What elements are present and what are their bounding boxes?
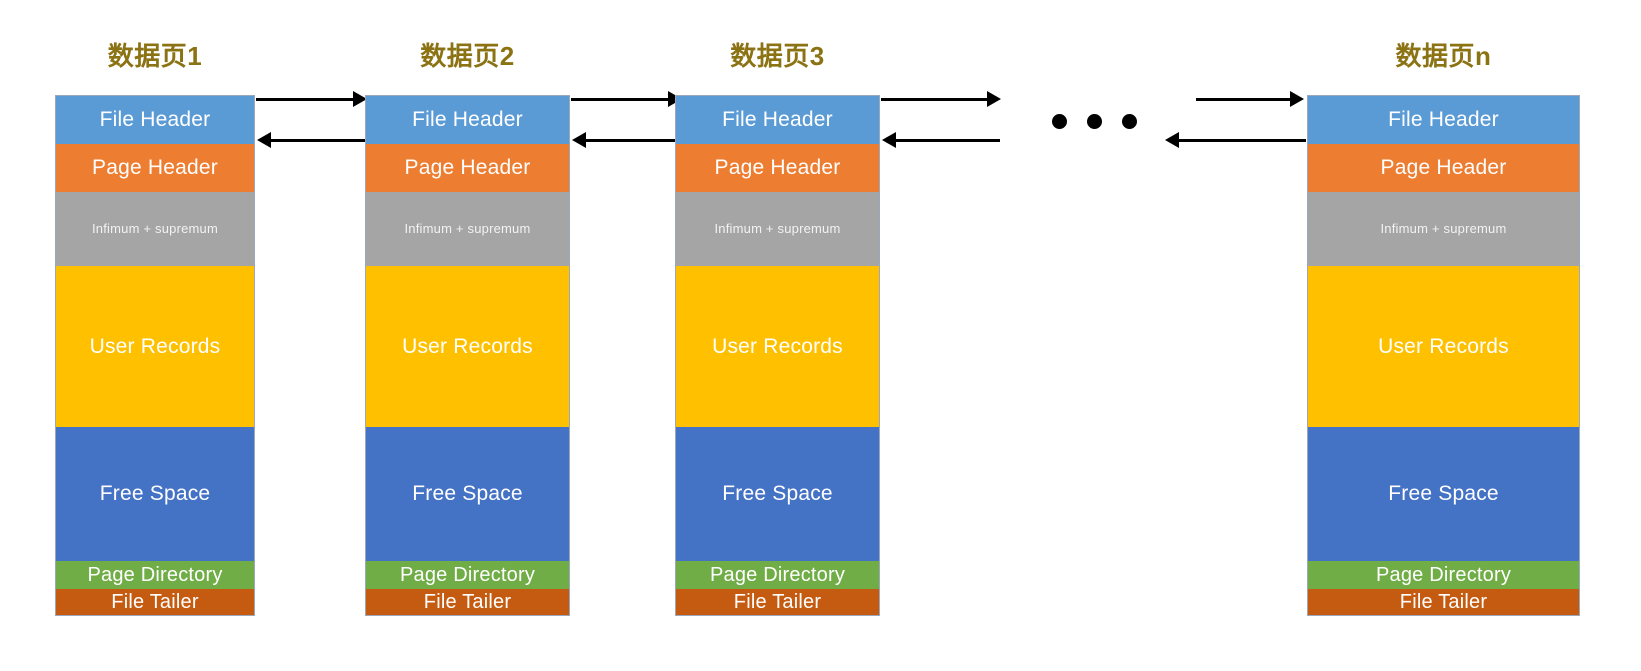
page-2-page-header-label: Page Header	[404, 156, 531, 180]
page-n-page-directory-label: Page Directory	[1375, 564, 1512, 586]
page-3-page-directory-label: Page Directory	[709, 564, 846, 586]
page-2-infimum-label: Infimum + supremum	[404, 220, 531, 236]
data-page-n: File Header Page Header Infimum + suprem…	[1307, 95, 1580, 616]
page-1-user-records-label: User Records	[89, 334, 221, 358]
page-3-user-records-label: User Records	[712, 334, 843, 358]
page-n-user-records-label: User Records	[1378, 334, 1509, 358]
arrow-prev-line-1	[270, 139, 365, 142]
data-page-1: File Header Page Header Infimum + suprem…	[55, 95, 255, 616]
page-2-section-user-records: User Records	[366, 266, 569, 427]
page-n-page-header-label: Page Header	[1380, 156, 1507, 180]
page-2-user-records-label: User Records	[402, 334, 533, 358]
page-title-n: 数据页n	[1395, 41, 1492, 71]
page-n-section-infimum-supremum: Infimum + supremum	[1308, 192, 1579, 266]
arrow-prev-head-1	[257, 132, 271, 148]
arrow-prev-line-2	[585, 139, 680, 142]
page-n-file-tailer-label: File Tailer	[1399, 591, 1488, 613]
page-n-section-file-tailer: File Tailer	[1308, 589, 1579, 615]
page-n-infimum-label: Infimum + supremum	[1380, 220, 1507, 236]
page-n-section-free-space: Free Space	[1308, 427, 1579, 561]
page-1-section-page-directory: Page Directory	[56, 561, 254, 589]
page-3-free-space-label: Free Space	[722, 482, 833, 506]
page-3-section-user-records: User Records	[676, 266, 879, 427]
arrow-prev-line-3	[895, 139, 1000, 142]
page-2-section-free-space: Free Space	[366, 427, 569, 561]
page-3-infimum-label: Infimum + supremum	[714, 220, 841, 236]
diagram-canvas: 数据页1 File Header Page Header Infimum + s…	[0, 0, 1641, 671]
page-n-section-file-header: File Header	[1308, 96, 1579, 144]
page-1-section-page-header: Page Header	[56, 144, 254, 192]
arrow-prev-head-3	[882, 132, 896, 148]
page-3-section-page-header: Page Header	[676, 144, 879, 192]
page-2-free-space-label: Free Space	[412, 482, 523, 506]
data-page-2: File Header Page Header Infimum + suprem…	[365, 95, 570, 616]
page-1-page-header-label: Page Header	[92, 156, 218, 180]
ellipsis-dot-2	[1087, 114, 1102, 129]
page-3-section-page-directory: Page Directory	[676, 561, 879, 589]
data-page-3: File Header Page Header Infimum + suprem…	[675, 95, 880, 616]
page-1-page-directory-label: Page Directory	[87, 564, 223, 586]
page-1-file-header-label: File Header	[99, 108, 211, 132]
page-2-page-directory-label: Page Directory	[399, 564, 536, 586]
arrow-next-line-2	[571, 98, 670, 101]
arrow-next-line-1	[256, 98, 355, 101]
page-3-section-file-header: File Header	[676, 96, 879, 144]
page-title-1: 数据页1	[107, 41, 203, 71]
page-n-file-header-label: File Header	[1388, 108, 1499, 132]
ellipsis-dot-3	[1122, 114, 1137, 129]
arrow-next-head-n	[1290, 91, 1304, 107]
page-2-file-tailer-label: File Tailer	[423, 591, 512, 613]
page-1-section-file-tailer: File Tailer	[56, 589, 254, 615]
page-3-file-header-label: File Header	[722, 108, 833, 132]
page-2-section-file-tailer: File Tailer	[366, 589, 569, 615]
arrow-prev-line-n	[1178, 139, 1306, 142]
page-3-section-infimum-supremum: Infimum + supremum	[676, 192, 879, 266]
page-1-section-file-header: File Header	[56, 96, 254, 144]
page-3-file-tailer-label: File Tailer	[733, 591, 822, 613]
page-title-2: 数据页2	[420, 41, 515, 71]
page-2-section-page-directory: Page Directory	[366, 561, 569, 589]
ellipsis-indicator	[1052, 114, 1137, 129]
page-1-section-free-space: Free Space	[56, 427, 254, 561]
ellipsis-dot-1	[1052, 114, 1067, 129]
page-n-free-space-label: Free Space	[1388, 482, 1499, 506]
page-1-infimum-label: Infimum + supremum	[91, 220, 219, 236]
page-3-page-header-label: Page Header	[714, 156, 841, 180]
arrow-next-line-3	[881, 98, 989, 101]
page-1-free-space-label: Free Space	[99, 482, 211, 506]
page-1-section-user-records: User Records	[56, 266, 254, 427]
arrow-next-line-n	[1196, 98, 1292, 101]
page-3-section-file-tailer: File Tailer	[676, 589, 879, 615]
page-1-section-infimum-supremum: Infimum + supremum	[56, 192, 254, 266]
page-n-section-page-header: Page Header	[1308, 144, 1579, 192]
page-2-section-page-header: Page Header	[366, 144, 569, 192]
page-n-section-page-directory: Page Directory	[1308, 561, 1579, 589]
page-3-section-free-space: Free Space	[676, 427, 879, 561]
page-title-3: 数据页3	[730, 41, 825, 71]
arrow-prev-head-n	[1165, 132, 1179, 148]
page-2-section-file-header: File Header	[366, 96, 569, 144]
page-n-section-user-records: User Records	[1308, 266, 1579, 427]
page-2-file-header-label: File Header	[412, 108, 523, 132]
page-2-section-infimum-supremum: Infimum + supremum	[366, 192, 569, 266]
arrow-next-head-3	[987, 91, 1001, 107]
arrow-prev-head-2	[572, 132, 586, 148]
page-1-file-tailer-label: File Tailer	[111, 591, 199, 613]
